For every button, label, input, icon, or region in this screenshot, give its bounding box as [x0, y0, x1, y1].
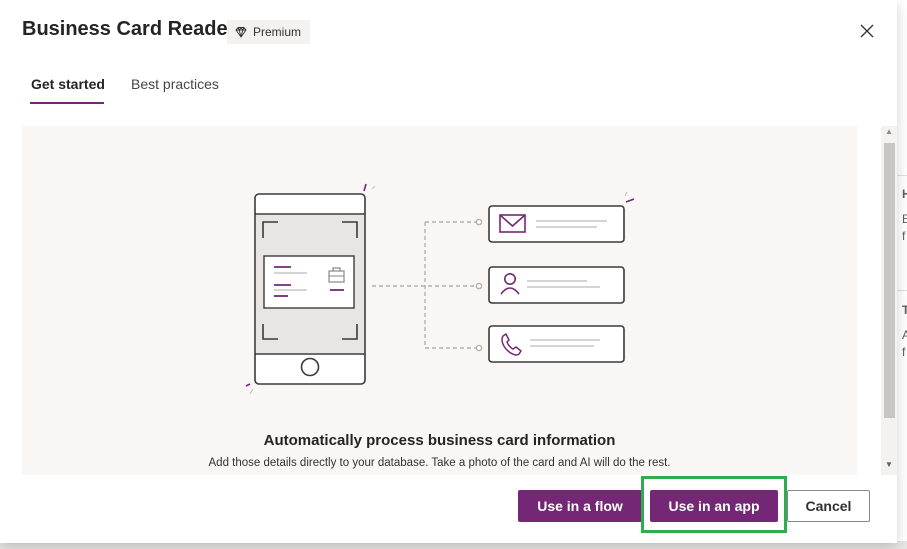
background-text: E [902, 212, 907, 226]
premium-badge: Premium [227, 20, 311, 44]
tab-get-started[interactable]: Get started [31, 76, 105, 92]
use-in-flow-button[interactable]: Use in a flow [518, 490, 642, 522]
cancel-button[interactable]: Cancel [787, 490, 870, 522]
business-card-illustration [245, 183, 635, 395]
business-card-reader-dialog: Business Card Reader Premium Get started… [0, 0, 897, 543]
scrollbar-thumb[interactable] [884, 143, 895, 418]
email-field-illustration [488, 191, 635, 243]
connector-lines [372, 221, 477, 349]
panel-description: Add those details directly to your datab… [208, 457, 671, 469]
panel-headline: Automatically process business card info… [263, 432, 616, 449]
phone-field-illustration [488, 325, 625, 363]
active-tab-indicator [30, 102, 104, 104]
close-button[interactable] [856, 20, 878, 42]
scroll-up-icon[interactable]: ▲ [885, 128, 893, 136]
get-started-panel: Automatically process business card info… [22, 126, 857, 475]
background-text: A [902, 328, 907, 342]
scroll-down-icon[interactable]: ▼ [885, 461, 893, 469]
premium-label: Premium [253, 25, 302, 39]
background-text: T [902, 303, 907, 317]
dialog-title: Business Card Reader [22, 18, 236, 40]
background-text: H [902, 187, 907, 201]
close-icon [860, 24, 874, 38]
contact-field-illustration [488, 266, 625, 304]
tab-best-practices[interactable]: Best practices [131, 76, 219, 92]
business-card-illustration-card [263, 255, 355, 309]
use-in-app-button[interactable]: Use in an app [650, 490, 778, 522]
diamond-icon [235, 27, 247, 38]
background-text: f [902, 345, 906, 359]
background-text: f [902, 229, 906, 243]
